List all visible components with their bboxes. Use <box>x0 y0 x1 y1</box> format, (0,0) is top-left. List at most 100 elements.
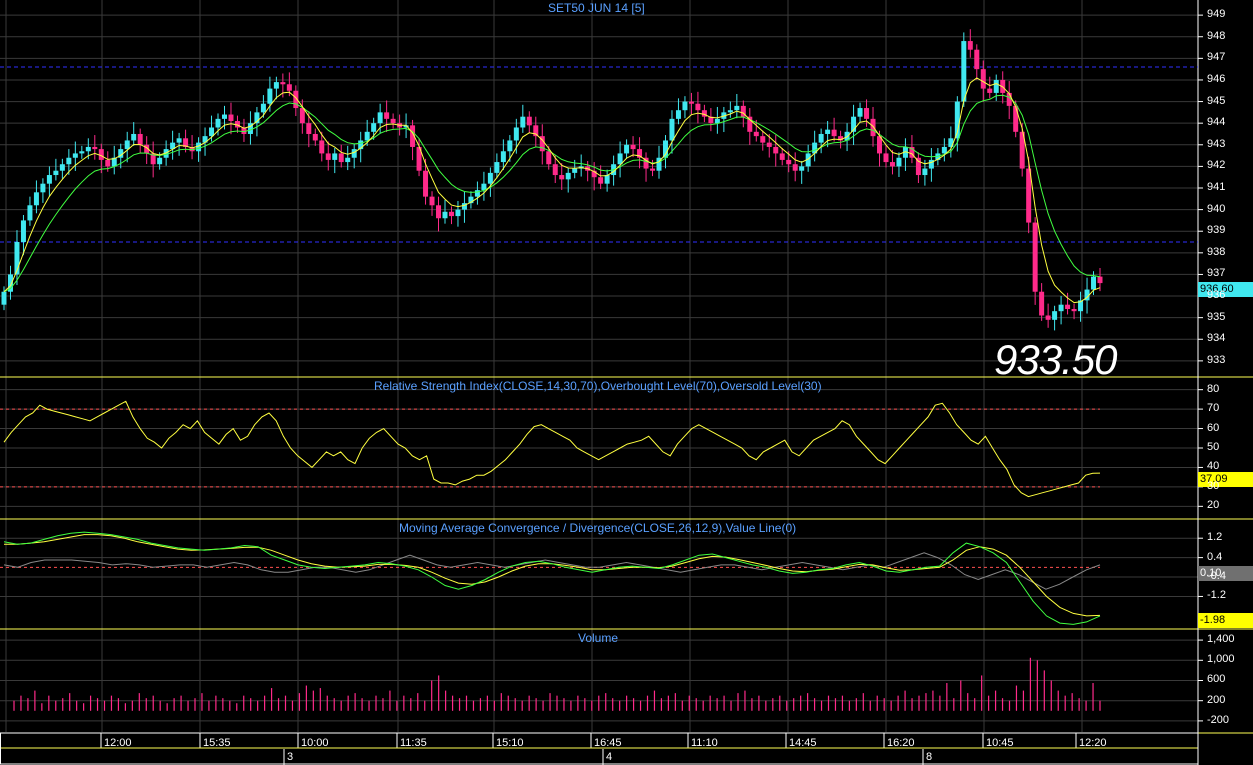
volume-title: Volume <box>578 631 619 645</box>
time-axis-label-8: 16:20 <box>887 737 915 749</box>
date-axis-label-1: 4 <box>606 751 613 763</box>
chart-title: SET50 JUN 14 [5] <box>548 1 645 15</box>
price-tick-label-12: 945 <box>1207 94 1226 107</box>
price-tick-label-14: 947 <box>1207 51 1226 64</box>
candle-body-53 <box>345 157 351 163</box>
candle-body-160 <box>1039 291 1045 316</box>
candle-body-104 <box>675 110 681 119</box>
candle-body-6 <box>40 183 46 193</box>
candle-body-56 <box>364 131 370 141</box>
candle-body-47 <box>306 123 312 134</box>
candle-body-148 <box>961 41 967 102</box>
candle-body-66 <box>429 196 435 206</box>
candle-body-58 <box>377 112 383 124</box>
candle-body-134 <box>870 118 876 137</box>
candle-body-19 <box>124 140 130 150</box>
candle-body-35 <box>228 114 234 122</box>
price-tick-label-8: 941 <box>1207 181 1226 193</box>
candle-body-0 <box>1 291 7 305</box>
candle-body-107 <box>695 103 701 111</box>
rsi-tick-label-0: 20 <box>1207 499 1220 512</box>
candle-body-24 <box>157 157 163 165</box>
candle-body-93 <box>604 175 610 184</box>
price-tick-label-10: 943 <box>1207 137 1226 150</box>
price-tick-label-9: 942 <box>1207 159 1226 172</box>
candle-body-77 <box>500 151 506 163</box>
candle-body-161 <box>1045 315 1051 320</box>
candle-body-168 <box>1091 276 1097 290</box>
volume-tick-label-3: 1,000 <box>1207 653 1235 666</box>
candle-body-34 <box>221 114 227 119</box>
candle-body-11 <box>72 153 78 158</box>
candle-body-151 <box>980 69 986 89</box>
candle-body-20 <box>131 133 137 141</box>
candle-body-165 <box>1071 309 1077 312</box>
candle-body-162 <box>1052 311 1058 320</box>
price-tick-label-5: 938 <box>1207 245 1226 258</box>
macd-last-tag: -1.98 <box>1198 613 1253 628</box>
candle-body-3 <box>20 220 26 243</box>
candle-body-33 <box>215 118 221 128</box>
candle-body-65 <box>423 170 429 197</box>
candle-body-40 <box>260 103 266 113</box>
candle-body-43 <box>280 82 286 85</box>
candle-body-86 <box>559 175 565 180</box>
candle-body-78 <box>507 140 513 152</box>
price-ma-slow-line <box>3 94 1101 293</box>
candle-body-50 <box>325 153 331 160</box>
candle-body-68 <box>442 211 448 219</box>
rsi-tick-label-4: 60 <box>1207 421 1220 434</box>
candle-body-87 <box>565 172 571 180</box>
candle-body-164 <box>1065 304 1071 310</box>
rsi-tick-label-1: 30 <box>1207 479 1220 492</box>
candle-body-110 <box>714 118 720 124</box>
time-axis-label-1: 15:35 <box>203 737 231 749</box>
candle-body-67 <box>436 205 442 219</box>
candle-body-112 <box>727 110 733 113</box>
candle-body-153 <box>993 79 999 93</box>
candle-body-116 <box>753 131 759 137</box>
candle-body-97 <box>630 144 636 150</box>
candle-body-150 <box>974 49 980 70</box>
price-tick-label-13: 946 <box>1207 72 1226 85</box>
volume-tick-label-0: -200 <box>1207 713 1230 726</box>
rsi-tick-label-2: 40 <box>1207 460 1220 473</box>
candle-body-81 <box>526 116 532 126</box>
candle-body-118 <box>766 142 772 147</box>
volume-tick-label-2: 600 <box>1207 673 1226 686</box>
price-tick-label-6: 939 <box>1207 224 1226 237</box>
candle-body-123 <box>799 166 805 171</box>
candle-body-152 <box>987 88 993 93</box>
macd-signal-line <box>4 534 1101 617</box>
candle-body-59 <box>384 112 390 119</box>
time-axis-label-2: 10:00 <box>301 737 329 749</box>
macd-tick-label-2: 0.4 <box>1207 550 1223 563</box>
candle-body-10 <box>66 157 72 165</box>
rsi-tick-label-3: 50 <box>1207 441 1220 453</box>
candle-body-120 <box>779 153 785 160</box>
candle-body-145 <box>941 146 947 154</box>
candle-body-137 <box>889 162 895 167</box>
price-tick-label-7: 940 <box>1207 202 1226 215</box>
candle-body-70 <box>455 209 461 217</box>
macd-line <box>3 531 1101 625</box>
candle-body-15 <box>98 149 104 160</box>
candle-body-12 <box>79 151 85 154</box>
candle-body-4 <box>27 205 33 221</box>
candle-body-126 <box>818 133 824 143</box>
date-axis-label-2: 8 <box>926 751 933 763</box>
candle-body-141 <box>915 157 921 176</box>
candle-body-21 <box>137 133 143 145</box>
volume-tick-label-1: 200 <box>1207 693 1226 706</box>
rsi-tick-label-6: 80 <box>1207 382 1220 395</box>
time-axis-label-5: 16:45 <box>594 737 622 749</box>
rsi-tick-label-5: 70 <box>1207 402 1220 415</box>
rsi-line <box>3 400 1101 498</box>
price-ma-fast-line <box>3 77 1101 304</box>
candle-body-100 <box>650 168 656 171</box>
volume-tick-label-4: 1,400 <box>1207 633 1235 646</box>
time-axis-label-3: 11:35 <box>400 737 427 749</box>
candle-body-119 <box>773 146 779 154</box>
candle-body-136 <box>883 153 889 163</box>
candle-body-49 <box>319 140 325 154</box>
